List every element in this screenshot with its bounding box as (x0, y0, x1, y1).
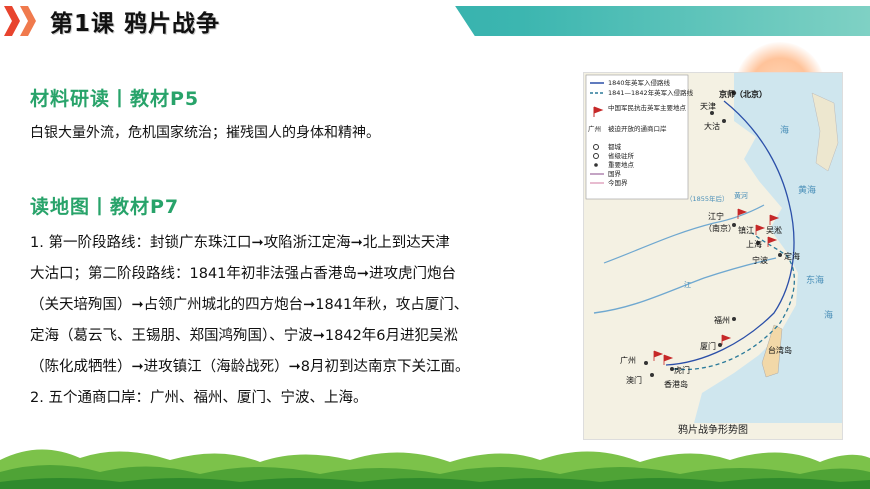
label-ningbo: 宁波 (752, 255, 768, 265)
label-macau: 澳门 (626, 375, 642, 385)
section-title-map: 读地图丨教材P7 (30, 196, 180, 218)
label-zhenjiang: 镇江 (738, 225, 754, 235)
text-line: 1. 第一阶段路线：封锁广东珠江口➞攻陷浙江定海➞北上到达天津 (30, 235, 450, 251)
flag-icon (663, 354, 674, 365)
label-guangzhou: 广州 (620, 355, 636, 365)
label-dinghai: 定海 (784, 251, 800, 261)
legend-treaty-ports: 被迫开放的通商口岸 (608, 124, 667, 133)
label-east-sea: 东海 (806, 274, 824, 286)
chevron-right-icon (4, 6, 20, 36)
label-hongkong: 香港岛 (664, 379, 688, 389)
label-yellow-river: 黄河 (734, 191, 748, 200)
label-river-note: （1855年后） (686, 194, 729, 203)
legend-battle-sites: 中国军民抗击英军主要地点 (608, 103, 687, 112)
text-line: 大沽口；第二阶段路线：1841年初非法强占香港岛➞进攻虎门炮台 (30, 266, 457, 282)
label-jiangning: 江宁 (708, 211, 724, 221)
label-fuzhou: 福州 (714, 316, 730, 325)
city-dot (644, 361, 648, 365)
legend-province-seat: 省级驻所 (608, 151, 635, 160)
city-dot (732, 317, 736, 321)
map-drawing: 1840年英军入侵路线 1841—1842年英军入侵路线 中国军民抗击英军主要地… (585, 73, 842, 423)
label-yellow-sea: 黄海 (798, 184, 816, 196)
label-yangtze: 江 (684, 281, 691, 289)
legend-capital: 都城 (608, 143, 622, 151)
label-shanghai: 上海 (746, 239, 762, 249)
flag-icon (721, 334, 732, 345)
legend-route-1841: 1841—1842年英军入侵路线 (608, 88, 694, 97)
label-capital: 京师（北京） (719, 89, 767, 99)
legend-port-sample: 广州 (588, 124, 601, 133)
label-humen: 虎门 (674, 365, 690, 375)
legend-border: 国界 (608, 170, 622, 178)
city-dot (718, 343, 722, 347)
legend-important-place: 重要地点 (608, 160, 635, 169)
flag-icon (653, 350, 664, 361)
label-nanjing: （南京） (704, 223, 736, 233)
text-line: 2. 五个通商口岸：广州、福州、厦门、宁波、上海。 (30, 390, 368, 406)
city-dot (710, 111, 714, 115)
label-taiwan: 台湾岛 (768, 345, 792, 355)
text-line: 定海（葛云飞、王锡朋、郑国鸿殉国）、宁波➞1842年6月进犯吴淞 (30, 328, 459, 344)
grass-decoration (0, 449, 870, 489)
city-dot (722, 119, 726, 123)
flag-icon (767, 236, 778, 247)
legend-modern-border: 今国界 (608, 178, 628, 187)
flag-icon (755, 224, 766, 235)
map-reading-text: 1. 第一阶段路线：封锁广东珠江口➞攻陷浙江定海➞北上到达天津 大沽口；第二阶段… (30, 228, 580, 414)
text-line: （陈化成牺牲）➞进攻镇江（海龄战死）➞8月初到达南京下关江面。 (30, 359, 470, 375)
chevron-right-icon (20, 6, 36, 36)
label-tianjin: 天津 (700, 101, 716, 111)
section-title-material: 材料研读丨教材P5 (30, 88, 200, 110)
label-wusong: 吴淞 (766, 226, 782, 235)
label-sea: 海 (824, 309, 833, 321)
city-dot (650, 373, 654, 377)
opium-war-map: 1840年英军入侵路线 1841—1842年英军入侵路线 中国军民抗击英军主要地… (583, 72, 843, 440)
city-dot (778, 253, 782, 257)
page-title: 第1课 鸦片战争 (50, 11, 221, 37)
legend-route-1840: 1840年英军入侵路线 (608, 78, 671, 87)
label-dagu: 大沽 (704, 121, 720, 131)
material-summary: 白银大量外流，危机国家统治；摧残国人的身体和精神。 (30, 125, 380, 141)
place-symbol (594, 163, 598, 167)
map-caption: 鸦片战争形势图 (678, 425, 748, 436)
text-line: （关天培殉国）➞占领广州城北的四方炮台➞1841年秋，攻占厦门、 (30, 297, 469, 313)
label-xiamen: 厦门 (700, 341, 716, 351)
label-bohai: 海 (780, 124, 789, 136)
